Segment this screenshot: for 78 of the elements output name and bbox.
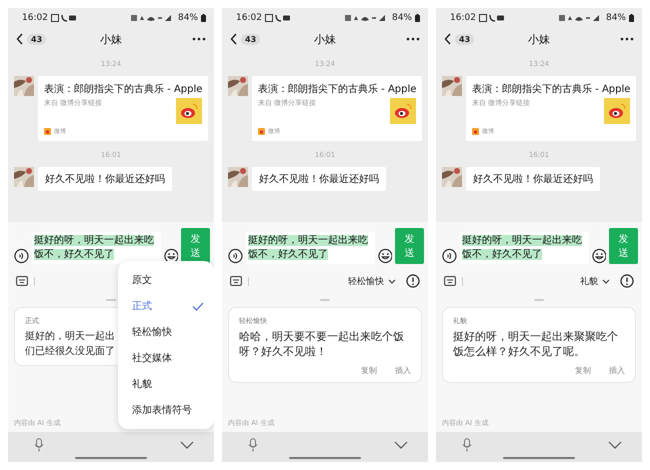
eye-logo-icon: [176, 98, 202, 124]
chat-title: 小妹: [313, 32, 337, 46]
app-icon: [44, 128, 51, 135]
drag-handle[interactable]: [534, 299, 544, 301]
tone-dropdown[interactable]: 轻松愉快: [348, 274, 396, 288]
emoji-icon[interactable]: [378, 248, 392, 264]
caret-icon: [602, 278, 610, 284]
action-link[interactable]: 复制: [361, 365, 377, 376]
info-icon[interactable]: [620, 274, 634, 288]
message-input[interactable]: 挺好的呀，明天一起出来吃饭不，好久不见了: [246, 232, 375, 264]
microphone-icon[interactable]: [462, 438, 472, 452]
battery-icon: [415, 14, 420, 22]
action-link[interactable]: 复制: [575, 365, 591, 376]
app-icon: [472, 128, 479, 135]
emoji-icon[interactable]: [592, 248, 606, 264]
voice-icon[interactable]: [442, 248, 457, 264]
keyboard-icon[interactable]: [16, 276, 28, 286]
more-icon[interactable]: [406, 37, 420, 41]
result-text: 挺好的呀，明天一起出来聚聚吃个饭怎么样？好久不见了呢。: [453, 329, 619, 359]
back-icon[interactable]: [444, 33, 452, 45]
chevron-down-icon[interactable]: [394, 441, 408, 449]
menu-item[interactable]: 社交媒体: [118, 345, 214, 371]
chevron-down-icon[interactable]: [180, 441, 194, 449]
status-time: 16:02: [236, 13, 262, 23]
status-time: 16:02: [450, 13, 476, 23]
result-text: 们已经很久没见面了: [25, 345, 115, 359]
result-text: 哈哈，明天要不要一起出来吃个饭呀？好久不见啦！: [239, 329, 405, 359]
battery-level: 84%: [606, 13, 626, 23]
action-link[interactable]: 插入: [395, 365, 411, 376]
menu-item[interactable]: 轻松愉快: [118, 319, 214, 345]
notification-icons: [264, 14, 291, 22]
menu-item[interactable]: 原文: [118, 267, 214, 293]
notification-icons: [478, 14, 505, 22]
voice-icon[interactable]: [14, 248, 29, 264]
message-input[interactable]: 挺好的呀，明天一起出来吃饭不，好久不见了: [32, 232, 161, 264]
message-bubble: 好久不见啦！你最近还好吗: [38, 167, 172, 191]
link-title: 表演：郎朗指尖下的古典乐 - Apple: [44, 82, 202, 96]
microphone-icon[interactable]: [248, 438, 258, 452]
more-icon[interactable]: [192, 37, 206, 41]
back-icon[interactable]: [230, 33, 238, 45]
battery-level: 84%: [178, 13, 198, 23]
menu-item[interactable]: 礼貌: [118, 371, 214, 397]
chevron-down-icon[interactable]: [608, 441, 622, 449]
unread-badge: 43: [241, 34, 260, 44]
battery-icon: [201, 14, 206, 22]
link-title: 表演：郎朗指尖下的古典乐 - Apple: [472, 82, 630, 96]
notification-icons: [50, 14, 77, 22]
message-bubble: 好久不见啦！你最近还好吗: [466, 167, 600, 191]
chat-title: 小妹: [99, 32, 123, 46]
status-time: 16:02: [22, 13, 48, 23]
eye-logo-icon: [390, 98, 416, 124]
unread-badge: 43: [455, 34, 474, 44]
caret-icon: [388, 278, 396, 284]
check-icon: [192, 302, 204, 310]
emoji-icon[interactable]: [164, 248, 178, 264]
action-link[interactable]: 插入: [609, 365, 625, 376]
unread-badge: 43: [27, 34, 46, 44]
drag-handle[interactable]: [320, 299, 330, 301]
menu-item[interactable]: 添加表情符号: [118, 397, 214, 423]
info-icon[interactable]: [406, 274, 420, 288]
microphone-icon[interactable]: [34, 438, 44, 452]
eye-logo-icon: [604, 98, 630, 124]
link-title: 表演：郎朗指尖下的古典乐 - Apple: [258, 82, 416, 96]
chat-title: 小妹: [527, 32, 551, 46]
keyboard-icon[interactable]: [444, 276, 456, 286]
app-icon: [258, 128, 265, 135]
more-icon[interactable]: [620, 37, 634, 41]
menu-item[interactable]: 正式: [118, 293, 214, 319]
battery-icon: [629, 14, 634, 22]
voice-icon[interactable]: [228, 248, 243, 264]
back-icon[interactable]: [16, 33, 24, 45]
battery-level: 84%: [392, 13, 412, 23]
message-bubble: 好久不见啦！你最近还好吗: [252, 167, 386, 191]
drag-handle[interactable]: [106, 299, 116, 301]
message-input[interactable]: 挺好的呀，明天一起出来吃饭不，好久不见了: [460, 232, 589, 264]
keyboard-icon[interactable]: [230, 276, 242, 286]
result-text: 挺好的，明天一起出: [25, 330, 115, 344]
tone-dropdown[interactable]: 礼貌: [580, 274, 610, 288]
